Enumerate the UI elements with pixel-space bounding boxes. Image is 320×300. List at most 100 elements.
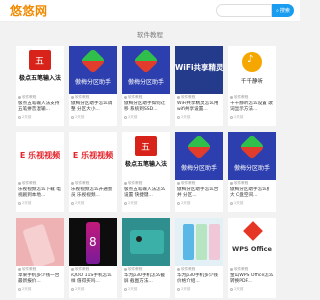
clock-icon [18,116,21,119]
time-label: 2天前 [22,287,32,291]
article-meta: 软件教程 金山WPS Office怎么 转换PDF... 2天前 [228,266,276,293]
article-title[interactable]: 苹果手机多少钱一台 最新报价... [18,273,62,285]
category-icon [230,96,233,99]
article-card[interactable]: WPS Office 软件教程 金山WPS Office怎么 转换PDF... 2天前 [228,218,276,298]
category-tag[interactable]: 软件教程 [124,267,168,272]
article-card[interactable]: E 乐视视频 软件教程 乐视视频怎么下载 电视剧到本地... 2天前 [16,132,64,212]
time-label: 2天前 [128,115,138,119]
article-thumbnail[interactable]: 极点五笔输入法 [16,46,64,94]
category-tag[interactable]: 软件教程 [71,95,115,100]
category-icon [124,96,127,99]
category-label: 软件教程 [75,181,90,185]
article-card[interactable]: 软件教程 iQOO 11S手机怎么样 值得买吗... 2天前 [69,218,117,298]
category-label: 软件教程 [75,95,90,99]
article-card[interactable]: E 乐视视频 软件教程 乐视视频怎么开通会员 乐视视频... 2天前 [69,132,117,212]
category-tag[interactable]: 软件教程 [18,181,62,186]
category-tag[interactable]: 软件教程 [177,267,221,272]
article-card[interactable]: 傲梅分区助手 软件教程 傲梅分区助手怎么扩大 C盘空间... 2天前 [228,132,276,212]
article-thumbnail[interactable]: WiFi共享精灵 [175,46,223,94]
category-tag[interactable]: 软件教程 [230,267,274,272]
thumbnail-caption: 傲梅分区助手 [233,165,270,172]
article-meta: 软件教程 WiFi共享精灵怎么用 wifi共享设置... 2天前 [175,94,223,121]
article-title[interactable]: 极点五笔输入法支持 五笔拼音混输... [18,101,62,113]
article-thumbnail[interactable]: 极点五笔输入法 [122,132,170,180]
article-time: 2天前 [18,287,62,292]
category-tag[interactable]: 软件教程 [177,95,221,100]
article-meta: 软件教程 傲梅分区助手怎么调整 分区大小... 2天前 [69,94,117,121]
article-meta: 软件教程 iQOO 11S手机怎么样 值得买吗... 2天前 [69,266,117,293]
article-thumbnail[interactable]: E 乐视视频 [69,132,117,180]
section-title: 软件教程 [137,31,163,39]
category-tag[interactable]: 软件教程 [230,95,274,100]
category-tag[interactable]: 软件教程 [71,267,115,272]
category-tag[interactable]: 软件教程 [18,95,62,100]
time-label: 2天前 [234,287,244,291]
category-icon [18,182,21,185]
search-input[interactable] [216,4,272,17]
time-label: 2天前 [181,115,191,119]
article-card[interactable]: 软件教程 华为p30手机怎么截屏 截图方法... 2天前 [122,218,170,298]
article-thumbnail[interactable]: 傲梅分区助手 [175,132,223,180]
article-time: 2天前 [124,115,168,120]
article-card[interactable]: WiFi共享精灵 软件教程 WiFi共享精灵怎么用 wifi共享设置... 2天前 [175,46,223,126]
clock-icon [177,116,180,119]
article-title[interactable]: 华为p30手机多少钱 价格介绍... [177,273,221,285]
category-label: 软件教程 [22,181,37,185]
time-label: 2天前 [234,115,244,119]
article-title[interactable]: 千千静听怎么设置 歌词显示方法... [230,101,274,113]
category-label: 软件教程 [181,95,196,99]
article-card[interactable]: 极点五笔输入法软件教程极点五笔输入法怎么设置 快捷键... 2天前 [122,132,170,212]
category-tag[interactable]: 软件教程 [124,95,168,100]
category-label: 软件教程 [234,95,249,99]
category-tag[interactable]: 软件教程 [18,267,62,272]
article-thumbnail[interactable] [175,218,223,266]
article-card[interactable]: 千千静听软件教程千千静听怎么设置 歌词显示方法... 2天前 [228,46,276,126]
article-thumbnail[interactable]: WPS Office [228,218,276,266]
article-time: 2天前 [230,201,274,206]
category-tag[interactable]: 软件教程 [230,181,274,186]
article-title[interactable]: iQOO 11S手机怎么样 值得买吗... [71,273,115,285]
article-card[interactable]: 极点五笔输入法软件教程极点五笔输入法支持 五笔拼音混输... 2天前 [16,46,64,126]
article-thumbnail[interactable] [69,218,117,266]
article-meta: 软件教程千千静听怎么设置 歌词显示方法... 2天前 [228,94,276,121]
article-thumbnail[interactable]: 千千静听 [228,46,276,94]
article-card[interactable]: 傲梅分区助手 软件教程 傲梅分区助手如何迁移 系统到SSD... 2天前 [122,46,170,126]
article-thumbnail[interactable] [122,218,170,266]
search-button[interactable]: ⌕ 搜索 [272,4,294,17]
article-title[interactable]: 傲梅分区助手怎么合并 分区... [177,187,221,199]
article-card[interactable]: 软件教程 苹果手机多少钱一台 最新报价... 2天前 [16,218,64,298]
article-card[interactable]: 傲梅分区助手 软件教程 傲梅分区助手怎么合并 分区... 2天前 [175,132,223,212]
category-tag[interactable]: 软件教程 [71,181,115,186]
article-thumbnail[interactable] [16,218,64,266]
app-icon [186,134,212,160]
article-meta: 软件教程 傲梅分区助手如何迁移 系统到SSD... 2天前 [122,94,170,121]
category-tag[interactable]: 软件教程 [177,181,221,186]
article-card[interactable]: 傲梅分区助手 软件教程 傲梅分区助手怎么调整 分区大小... 2天前 [69,46,117,126]
phone-image [22,223,56,266]
article-card[interactable]: 软件教程 华为p30手机多少钱 价格介绍... 2天前 [175,218,223,298]
time-label: 2天前 [75,287,85,291]
article-title[interactable]: 乐视视频怎么开通会员 乐视视频... [71,187,115,199]
time-label: 2天前 [181,287,191,291]
clock-icon [230,288,233,291]
article-grid: 极点五笔输入法软件教程极点五笔输入法支持 五笔拼音混输...2天前傲梅分区助手软… [0,46,300,298]
site-logo[interactable]: 悠悠网 [10,2,48,19]
article-title[interactable]: 乐视视频怎么下载 电视剧到本地... [18,187,62,199]
article-title[interactable]: 华为p30手机怎么截屏 截图方法... [124,273,168,285]
article-title[interactable]: 傲梅分区助手怎么扩大 C盘空间... [230,187,274,199]
category-tag[interactable]: 软件教程 [124,181,168,186]
article-title[interactable]: 傲梅分区助手怎么调整 分区大小... [71,101,115,113]
article-title[interactable]: 傲梅分区助手如何迁移 系统到SSD... [124,101,168,113]
clock-icon [18,288,21,291]
article-thumbnail[interactable]: E 乐视视频 [16,132,64,180]
article-meta: 软件教程 乐视视频怎么下载 电视剧到本地... 2天前 [16,180,64,207]
article-thumbnail[interactable]: 傲梅分区助手 [122,46,170,94]
article-title[interactable]: WiFi共享精灵怎么用 wifi共享设置... [177,101,221,113]
article-title[interactable]: 金山WPS Office怎么 转换PDF... [230,273,274,285]
category-icon [18,268,21,271]
article-thumbnail[interactable]: 傲梅分区助手 [228,132,276,180]
article-title[interactable]: 极点五笔输入法怎么设置 快捷键... [124,187,168,199]
article-time: 2天前 [18,115,62,120]
thumbnail-caption: 极点五笔输入法 [18,75,61,82]
article-thumbnail[interactable]: 傲梅分区助手 [69,46,117,94]
